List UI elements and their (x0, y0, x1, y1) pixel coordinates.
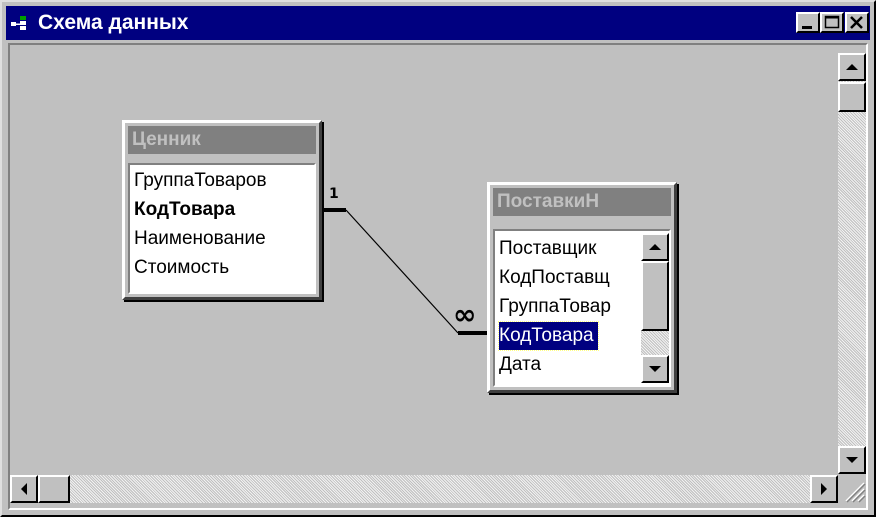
relationship-one-label: 1 (329, 186, 339, 202)
field-list-scrollbar[interactable] (641, 233, 669, 383)
field-item[interactable]: Стоимость (134, 254, 229, 282)
size-grip-icon (845, 482, 866, 503)
scroll-down-button[interactable] (838, 446, 866, 474)
minimize-icon (802, 26, 812, 29)
scroll-up-button[interactable] (838, 53, 866, 81)
title-bar[interactable]: Схема данных (6, 6, 870, 40)
table-postavkin[interactable]: ПоставкиН Поставщик КодПоставщ ГруппаТов… (487, 182, 677, 393)
field-list[interactable]: ГруппаТоваров КодТовара Наименование Сто… (128, 163, 316, 294)
scroll-thumb[interactable] (641, 261, 669, 331)
arrow-up-icon (846, 64, 858, 70)
diagram-area[interactable]: 1 ∞ Ценник ГруппаТоваров КодТовара Наиме… (8, 43, 868, 510)
field-list[interactable]: Поставщик КодПоставщ ГруппаТовар КодТова… (493, 229, 671, 387)
arrow-up-icon (649, 244, 661, 250)
field-item[interactable]: Поставщик (499, 235, 596, 263)
table-tsennik[interactable]: Ценник ГруппаТоваров КодТовара Наименова… (122, 120, 322, 300)
field-item-key[interactable]: КодТовара (134, 196, 235, 224)
maximize-button[interactable] (820, 12, 844, 33)
field-item[interactable]: КодПоставщ (499, 264, 610, 292)
scroll-down-button[interactable] (641, 355, 669, 383)
table-title[interactable]: ПоставкиН (493, 188, 671, 216)
scroll-thumb[interactable] (838, 82, 866, 112)
size-grip[interactable] (838, 475, 866, 503)
scroll-thumb[interactable] (38, 475, 70, 503)
horizontal-scrollbar[interactable] (10, 475, 838, 503)
arrow-left-icon (21, 483, 27, 495)
scroll-right-button[interactable] (810, 475, 838, 503)
relationship-many-label: ∞ (453, 298, 477, 331)
vertical-scrollbar[interactable] (838, 53, 866, 474)
field-item[interactable]: Дата (499, 351, 541, 379)
table-title[interactable]: Ценник (128, 126, 316, 154)
close-button[interactable] (845, 12, 869, 33)
relationship-line-diagonal[interactable] (345, 209, 459, 334)
relationships-icon (11, 16, 26, 30)
field-item-selected[interactable]: КодТовара (498, 321, 599, 351)
arrow-down-icon (846, 457, 858, 463)
field-item[interactable]: Наименование (134, 225, 266, 253)
field-item[interactable]: ГруппаТоваров (134, 167, 267, 195)
maximize-icon (824, 15, 840, 29)
field-item[interactable]: ГруппаТовар (499, 293, 611, 321)
minimize-button[interactable] (796, 12, 820, 33)
scroll-up-button[interactable] (641, 233, 669, 261)
arrow-right-icon (821, 483, 827, 495)
arrow-down-icon (649, 366, 661, 372)
scroll-left-button[interactable] (10, 475, 38, 503)
close-icon (850, 16, 863, 29)
relationships-window: Схема данных 1 ∞ Ценник ГруппаТоваров Ко… (0, 0, 876, 517)
window-title: Схема данных (38, 11, 189, 34)
